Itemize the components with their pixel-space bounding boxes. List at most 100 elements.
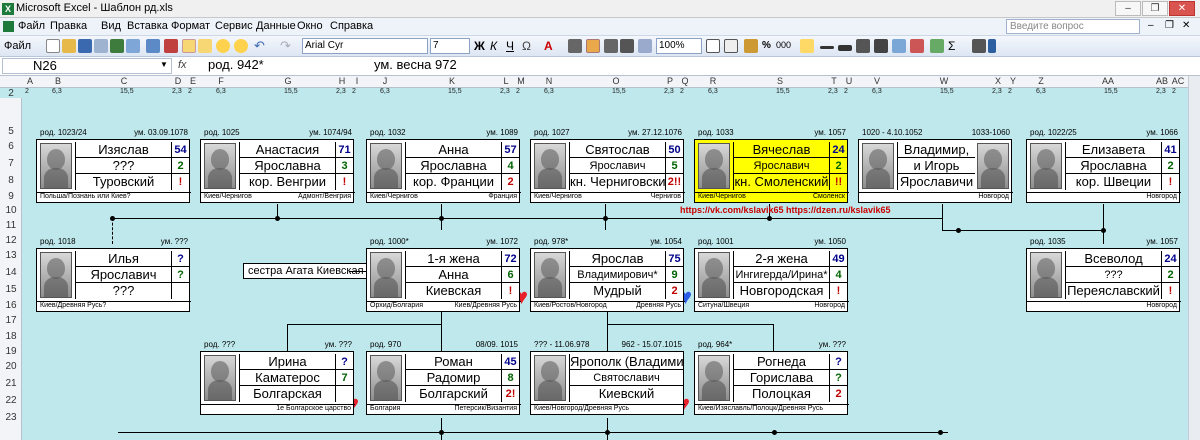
save-as-icon[interactable] xyxy=(146,39,160,53)
col-header[interactable]: Y xyxy=(1006,76,1020,86)
chart-icon[interactable] xyxy=(930,39,944,53)
row-header[interactable]: 10 xyxy=(0,205,22,216)
font-size-select[interactable]: 7 xyxy=(430,38,470,54)
col-header[interactable]: B xyxy=(38,76,78,86)
col-header[interactable]: L xyxy=(498,76,514,86)
print-icon[interactable] xyxy=(110,39,124,53)
col-header[interactable]: Q xyxy=(678,76,692,86)
open-icon[interactable] xyxy=(62,39,76,53)
person-card-wife1[interactable]: 1-я жена Анна Киевская 72 6! Орхид/Болгария Ки… xyxy=(366,248,521,312)
row-header[interactable]: 17 xyxy=(0,315,22,326)
currency-icon[interactable] xyxy=(744,39,758,53)
row-header[interactable]: 14 xyxy=(0,267,22,278)
row-header[interactable]: 19 xyxy=(0,346,22,357)
spelling-icon[interactable] xyxy=(164,39,178,53)
row-header[interactable]: 11 xyxy=(0,220,22,231)
col-header[interactable]: D xyxy=(170,76,186,86)
minimize-button[interactable]: – xyxy=(1115,1,1141,16)
col-header[interactable]: AA xyxy=(1062,76,1154,86)
align-left-icon[interactable] xyxy=(568,39,582,53)
italic-icon[interactable]: К xyxy=(490,39,497,53)
formula-text-2[interactable]: ум. весна 972 xyxy=(374,57,457,72)
col-header[interactable]: H xyxy=(334,76,350,86)
col-header[interactable]: M xyxy=(514,76,528,86)
col-header[interactable]: J xyxy=(364,76,406,86)
smiley2-icon[interactable] xyxy=(234,39,248,53)
vk-link[interactable]: https://vk.com/kslavik65 xyxy=(680,205,784,215)
drawing-icon[interactable] xyxy=(910,39,924,53)
col-header[interactable]: W xyxy=(898,76,990,86)
options-icon[interactable] xyxy=(972,39,986,53)
row-header[interactable]: 22 xyxy=(0,395,22,406)
row-header[interactable]: 16 xyxy=(0,300,22,311)
row-header[interactable]: 20 xyxy=(0,361,22,372)
person-card-ilya[interactable]: Илья Ярославич????? Киев/Древняя Русь? xyxy=(36,248,191,312)
merge-icon[interactable] xyxy=(638,39,652,53)
col-header[interactable]: R xyxy=(692,76,734,86)
dzen-link[interactable]: https://dzen.ru/kslavik65 xyxy=(786,205,891,215)
restore-button[interactable]: ❐ xyxy=(1142,1,1168,16)
new-icon[interactable] xyxy=(46,39,60,53)
menu-tools[interactable]: Сервис xyxy=(215,20,253,32)
col-header[interactable]: S xyxy=(734,76,826,86)
person-card-elizaveta[interactable]: Елизавета Ярославна кор. Швеции 41 2! Новгоро… xyxy=(1026,139,1181,203)
preview-icon[interactable] xyxy=(126,39,140,53)
font-name-select[interactable]: Arial Cyr xyxy=(302,38,428,54)
col-header[interactable]: F xyxy=(200,76,242,86)
row-header[interactable]: 18 xyxy=(0,331,22,342)
doc-close-icon[interactable]: ✕ xyxy=(1182,20,1190,31)
menu-format[interactable]: Формат xyxy=(171,20,210,32)
person-card-irina[interactable]: Ирина Каматерос Болгарская? 7 1е Болгарское … xyxy=(200,351,355,415)
person-card-anna[interactable]: Анна Ярославна кор. Франции 57 4 2 Киев/Черниг… xyxy=(366,139,521,203)
row-header[interactable]: 9 xyxy=(0,191,22,202)
zoom-select[interactable]: 100% xyxy=(656,38,702,54)
col-header[interactable]: T xyxy=(826,76,842,86)
undo-icon[interactable]: ↶ xyxy=(254,38,265,54)
line-icon[interactable] xyxy=(820,46,834,49)
name-box[interactable]: N26 xyxy=(2,58,172,74)
col-header[interactable]: E xyxy=(186,76,200,86)
col-header[interactable]: G xyxy=(242,76,334,86)
doc-minimize-icon[interactable]: – xyxy=(1148,20,1154,31)
col-header[interactable]: N xyxy=(528,76,570,86)
align-right-icon[interactable] xyxy=(604,39,618,53)
person-card-svyatoslav[interactable]: Святослав Ярославич кн. Черниговский 50 5 2!!… xyxy=(530,139,685,203)
outdent-icon[interactable] xyxy=(874,39,888,53)
redo-icon[interactable]: ↷ xyxy=(280,38,291,54)
close-button[interactable]: ✕ xyxy=(1169,1,1195,16)
col-header[interactable]: A xyxy=(24,76,36,86)
formula-text-1[interactable]: род. 942* xyxy=(208,57,264,72)
doc-restore-icon[interactable]: ❐ xyxy=(1165,20,1174,31)
person-card-izyaslav[interactable]: Изяслав??? Туровский 54 2! Польша/Познань ил… xyxy=(36,139,191,203)
menu-edit[interactable]: Правка xyxy=(50,20,87,32)
thick-line-icon[interactable] xyxy=(838,45,852,51)
person-card-yaroslav[interactable]: Ярослав Владимирович* Мудрый 75 9 2 Киев/Росто… xyxy=(530,248,685,312)
menu-data[interactable]: Данные xyxy=(256,20,296,32)
col-header[interactable]: C xyxy=(78,76,170,86)
row-header[interactable]: 21 xyxy=(0,378,22,389)
special-chars-icon[interactable]: Ω xyxy=(522,39,531,53)
person-card-roman[interactable]: Роман Радомир Болгарский 45 8 2! Болгария Петер… xyxy=(366,351,521,415)
fx-icon[interactable]: fx xyxy=(178,59,187,71)
underline-icon[interactable]: Ч xyxy=(506,39,514,53)
person-card-vsevolod[interactable]: Всеволод??? Переяславский 24 2! Новгород xyxy=(1026,248,1181,312)
col-header[interactable]: P xyxy=(662,76,678,86)
col-header[interactable]: Z xyxy=(1020,76,1062,86)
indent-icon[interactable] xyxy=(856,39,870,53)
fill-color-icon[interactable] xyxy=(800,39,814,53)
col-header[interactable]: U xyxy=(842,76,856,86)
person-card-anastasia[interactable]: Анастасия Ярославна кор. Венгрии 71 3! Киев/Ч… xyxy=(200,139,355,203)
align-center-icon[interactable] xyxy=(586,39,600,53)
row-header[interactable]: 13 xyxy=(0,250,22,261)
vertical-scrollbar[interactable] xyxy=(1188,76,1200,440)
autosum-icon[interactable]: Σ xyxy=(948,39,955,53)
menu-insert[interactable]: Вставка xyxy=(127,20,168,32)
menu-help[interactable]: Справка xyxy=(330,20,373,32)
col-header[interactable]: I xyxy=(350,76,364,86)
file-menu-button[interactable]: Файл xyxy=(4,40,31,52)
justify-icon[interactable] xyxy=(620,39,634,53)
font-color-icon[interactable]: A xyxy=(544,39,553,53)
person-card-vladimir[interactable]: Владимир, и Игорь Ярославичи Новгород xyxy=(858,139,1013,203)
borders2-icon[interactable] xyxy=(724,39,738,53)
col-header[interactable]: K xyxy=(406,76,498,86)
